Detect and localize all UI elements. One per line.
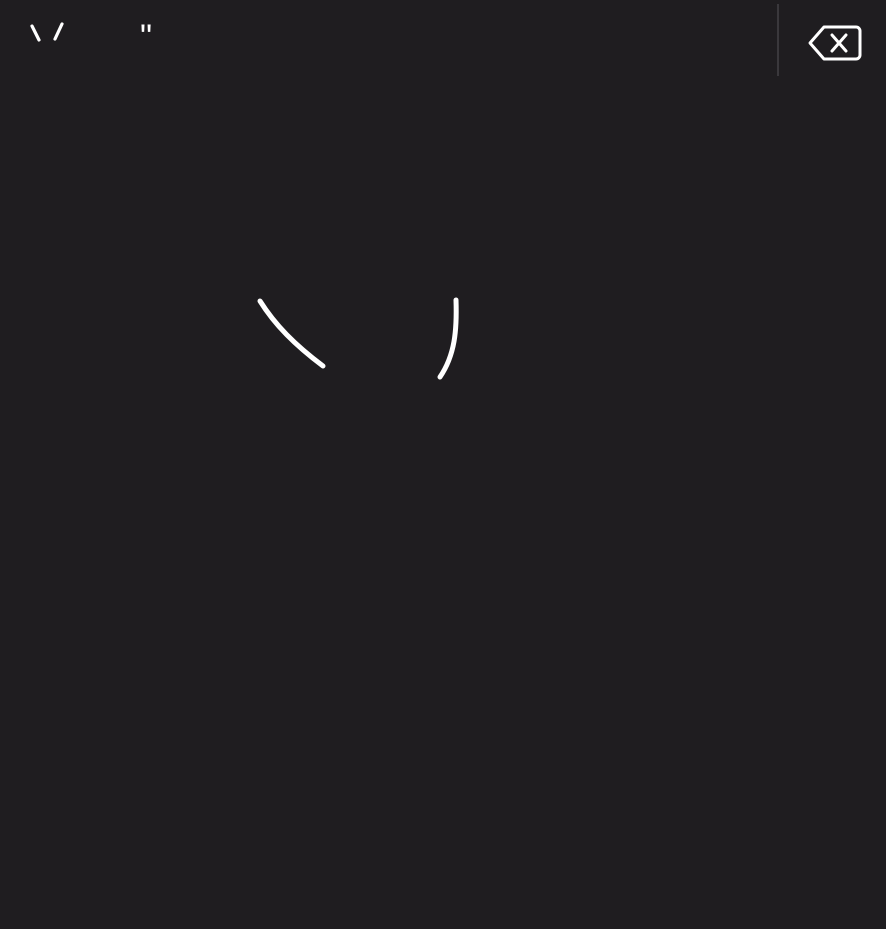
candidate-strokes-glyph [30,22,64,42]
handwriting-keyboard: " [0,0,886,929]
delete-button[interactable] [800,14,870,72]
handwriting-canvas[interactable] [0,80,886,929]
candidate-divider [777,4,779,76]
ink-strokes [257,297,459,380]
ink-stroke-1 [257,298,326,369]
ink-stroke-2 [437,297,459,380]
candidate-bar: " [0,0,776,80]
backspace-icon [808,25,862,61]
candidate-double-quote[interactable]: " [128,14,164,54]
candidate-strokes[interactable] [24,14,72,54]
candidate-double-quote-label: " [139,18,153,56]
